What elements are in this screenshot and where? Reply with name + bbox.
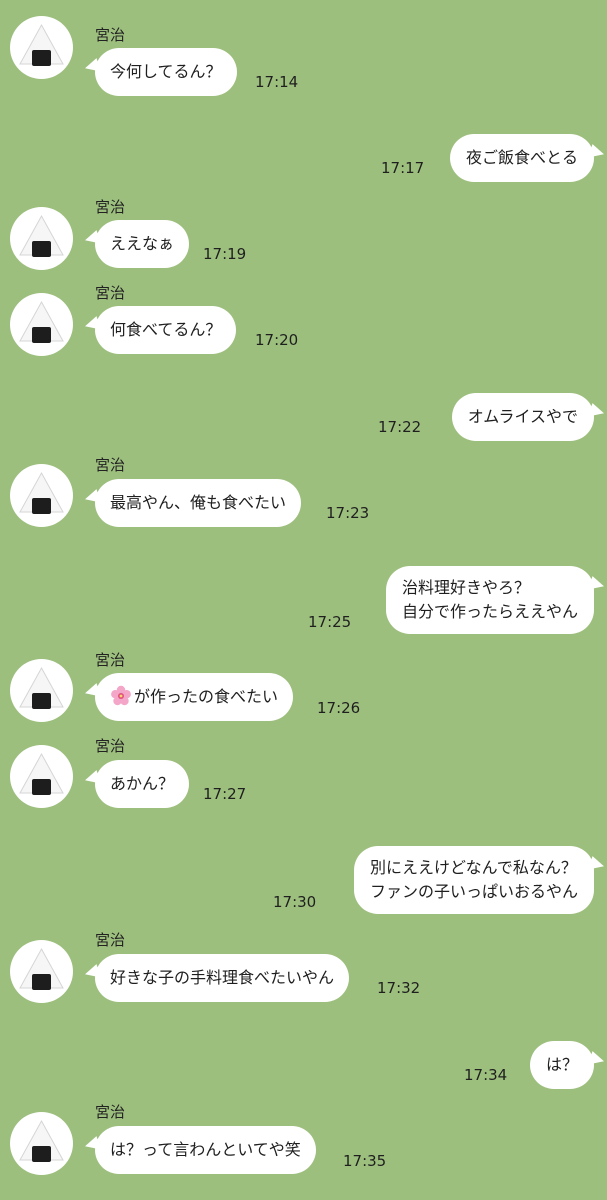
message-bubble[interactable]: 夜ご飯食べとる <box>449 134 594 182</box>
message-bubble[interactable]: 今何してるん？ <box>95 48 237 96</box>
message-time: 17:32 <box>377 979 421 997</box>
message-text: は？ <box>545 1055 578 1074</box>
message-text-line: 治料理好きやろ？ <box>401 578 530 597</box>
message-text: 夜ご飯食べとる <box>465 148 578 167</box>
message-bubble[interactable]: ええなぁ <box>95 220 190 268</box>
message-time: 17:20 <box>255 331 299 349</box>
message-time: 17:26 <box>317 699 361 717</box>
message-text-line: 自分で作ったらええやん <box>401 602 578 621</box>
onigiri-avatar-icon[interactable] <box>10 745 73 808</box>
onigiri-avatar-icon[interactable] <box>10 659 73 722</box>
message-time: 17:34 <box>464 1066 508 1084</box>
message-time: 17:17 <box>381 159 425 177</box>
onigiri-avatar-icon[interactable] <box>10 940 73 1003</box>
sender-name: 宮治 <box>95 931 126 949</box>
message-text-line: 別にええけどなんで私なん？ <box>369 858 577 877</box>
message-time: 17:25 <box>308 613 352 631</box>
message-text-line: ファンの子いっぱいおるやん <box>369 882 578 901</box>
onigiri-avatar-icon[interactable] <box>10 16 73 79</box>
message-text: あかん？ <box>110 774 175 793</box>
sender-name: 宮治 <box>95 456 126 474</box>
onigiri-avatar-icon[interactable] <box>10 293 73 356</box>
message-time: 17:19 <box>203 245 247 263</box>
message-bubble[interactable]: あかん？ <box>95 760 190 808</box>
chat-window[interactable]: 宮治 今何してるん？ 17:14 夜ご飯食べとる 17:17 宮治 ええなぁ 1… <box>0 0 607 1200</box>
message-text: 今何してるん？ <box>110 62 222 81</box>
message-bubble[interactable]: が作ったの食べたい <box>95 673 294 721</box>
message-bubble[interactable]: オムライスやで <box>451 393 594 441</box>
message-text: オムライスやで <box>467 407 578 426</box>
message-time: 17:35 <box>343 1152 387 1170</box>
sender-name: 宮治 <box>95 737 126 755</box>
message-bubble[interactable]: 治料理好きやろ？ 自分で作ったらええやん <box>385 566 594 634</box>
message-time: 17:23 <box>326 504 370 522</box>
onigiri-avatar-icon[interactable] <box>10 207 73 270</box>
message-text: 最高やん、俺も食べたい <box>110 493 287 512</box>
sender-name: 宮治 <box>95 198 126 216</box>
sender-name: 宮治 <box>95 26 126 44</box>
message-time: 17:27 <box>203 785 247 803</box>
message-time: 17:30 <box>273 893 317 911</box>
onigiri-avatar-icon[interactable] <box>10 464 73 527</box>
message-bubble[interactable]: 別にええけどなんで私なん？ ファンの子いっぱいおるやん <box>353 846 594 914</box>
sender-name: 宮治 <box>95 284 126 302</box>
message-text: 何食べてるん？ <box>110 320 222 339</box>
message-bubble[interactable]: は？ <box>529 1041 594 1089</box>
flower-icon <box>110 685 132 707</box>
message-text: 好きな子の手料理食べたいやん <box>110 968 335 987</box>
message-time: 17:14 <box>255 73 299 91</box>
sender-name: 宮治 <box>95 1103 126 1121</box>
message-bubble[interactable]: は？って言わんといてや笑 <box>95 1126 316 1174</box>
message-text: は？って言わんといてや笑 <box>110 1140 301 1159</box>
message-text: ええなぁ <box>110 234 175 253</box>
sender-name: 宮治 <box>95 651 126 669</box>
message-time: 17:22 <box>378 418 422 436</box>
message-bubble[interactable]: 最高やん、俺も食べたい <box>95 479 302 527</box>
message-text: が作ったの食べたい <box>134 687 279 706</box>
message-bubble[interactable]: 何食べてるん？ <box>95 306 237 354</box>
message-bubble[interactable]: 好きな子の手料理食べたいやん <box>95 954 350 1002</box>
onigiri-avatar-icon[interactable] <box>10 1112 73 1175</box>
